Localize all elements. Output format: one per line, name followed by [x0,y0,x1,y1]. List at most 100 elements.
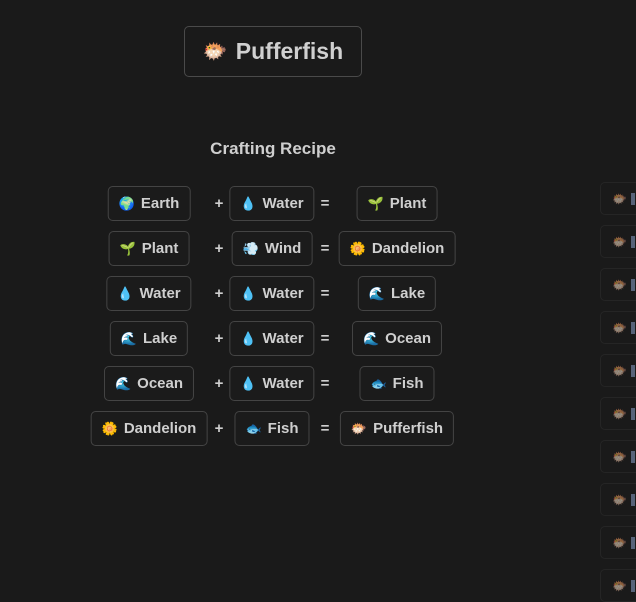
element-label: Ocean [385,330,432,347]
truncated-label [630,235,635,248]
pufferfish-icon: 🐡 [612,449,627,464]
element-label: Lake [142,330,178,347]
element-label: Lake [390,285,426,302]
truncated-label [630,192,635,205]
side-element-item[interactable]: 🐡 [600,182,636,215]
side-element-item[interactable]: 🐡 [600,440,636,473]
pufferfish-icon: 🐡 [612,578,627,593]
truncated-label [630,493,635,506]
wind-icon: 💨 [242,240,259,256]
plus-sign: + [214,195,224,212]
equals-sign: = [320,285,330,302]
pufferfish-icon: 🐡 [612,191,627,206]
element-label: Dandelion [123,420,197,437]
pufferfish-icon: 🐡 [612,363,627,378]
result-chip[interactable]: 🌱 Plant [356,186,438,221]
result-chip[interactable]: 🌼 Dandelion [338,231,456,266]
water-drop-icon: 💧 [240,375,257,391]
fish-icon: 🐟 [245,420,262,436]
element-label: Earth [140,195,180,212]
ingredient-b-chip[interactable]: 💧 Water [229,186,315,221]
wave-icon: 🌊 [114,375,132,391]
recipe-row: 🌼 Dandelion + 🐟 Fish = 🐡 Pufferfish [0,411,560,446]
wave-icon: 🌊 [362,330,380,346]
equals-sign: = [320,330,330,347]
truncated-label [630,364,635,377]
plus-sign: + [214,330,224,347]
ingredient-b-chip[interactable]: 💧 Water [229,366,315,401]
ingredient-a-chip[interactable]: 🌍 Earth [107,186,191,221]
plus-sign: + [214,240,224,257]
side-element-item[interactable]: 🐡 [600,311,636,344]
recipe-row: 🌱 Plant + 💨 Wind = 🌼 Dandelion [0,231,560,266]
equals-sign: = [320,420,330,437]
ingredient-b-chip[interactable]: 🐟 Fish [234,411,310,446]
element-label: Plant [389,195,427,212]
result-chip[interactable]: 🐡 Pufferfish [339,411,455,446]
wave-icon: 🌊 [120,330,137,346]
side-element-item[interactable]: 🐡 [600,569,636,602]
ingredient-a-chip[interactable]: 🌊 Lake [109,321,189,356]
wave-icon: 🌊 [368,285,385,301]
ingredient-b-chip[interactable]: 💧 Water [229,321,315,356]
side-element-item[interactable]: 🐡 [600,354,636,387]
element-label: Fish [267,420,299,437]
fish-icon: 🐟 [370,375,387,391]
element-label: Dandelion [371,240,445,257]
element-name: Pufferfish [235,38,344,64]
element-label: Water [262,285,304,302]
result-chip[interactable]: 🌊 Lake [357,276,437,311]
truncated-label [630,321,635,334]
element-label: Water [139,285,181,302]
water-drop-icon: 💧 [240,285,257,301]
truncated-label [630,579,635,592]
water-drop-icon: 💧 [240,330,257,346]
side-element-item[interactable]: 🐡 [600,397,636,430]
equals-sign: = [320,240,330,257]
ingredient-b-chip[interactable]: 💨 Wind [231,231,313,266]
plus-sign: + [214,375,224,392]
side-element-item[interactable]: 🐡 [600,268,636,301]
side-element-item[interactable]: 🐡 [600,526,636,559]
element-label: Fish [392,375,424,392]
recipe-row: 🌊 Lake + 💧 Water = 🌊 Ocean [0,321,560,356]
ingredient-a-chip[interactable]: 🌊 Ocean [103,366,195,401]
side-element-item[interactable]: 🐡 [600,483,636,516]
pufferfish-icon: 🐡 [612,492,627,507]
plus-sign: + [214,420,224,437]
plus-sign: + [214,285,224,302]
equals-sign: = [320,195,330,212]
pufferfish-icon: 🐡 [202,41,228,63]
element-label: Pufferfish [373,420,444,437]
truncated-label [630,407,635,420]
ingredient-a-chip[interactable]: 🌱 Plant [108,231,190,266]
side-element-item[interactable]: 🐡 [600,225,636,258]
pufferfish-icon: 🐡 [612,234,627,249]
element-label: Ocean [137,375,184,392]
equals-sign: = [320,375,330,392]
ingredient-b-chip[interactable]: 💧 Water [229,276,315,311]
ingredient-a-chip[interactable]: 🌼 Dandelion [90,411,208,446]
truncated-label [630,536,635,549]
element-label: Wind [264,240,302,257]
seedling-icon: 🌱 [119,240,136,256]
pufferfish-icon: 🐡 [612,406,627,421]
flower-icon: 🌼 [349,240,366,256]
result-chip[interactable]: 🐟 Fish [359,366,435,401]
water-drop-icon: 💧 [240,195,257,211]
element-label: Water [262,375,304,392]
result-chip[interactable]: 🌊 Ocean [351,321,443,356]
recipe-row: 💧 Water + 💧 Water = 🌊 Lake [0,276,560,311]
recipe-row: 🌍 Earth + 💧 Water = 🌱 Plant [0,186,560,221]
recipe-row: 🌊 Ocean + 💧 Water = 🐟 Fish [0,366,560,401]
element-title: 🐡 Pufferfish [184,26,362,77]
flower-icon: 🌼 [101,420,118,436]
ingredient-a-chip[interactable]: 💧 Water [106,276,192,311]
element-label: Water [262,195,304,212]
water-drop-icon: 💧 [117,285,134,301]
pufferfish-icon: 🐡 [612,535,627,550]
pufferfish-icon: 🐡 [350,420,368,436]
element-label: Water [262,330,304,347]
truncated-label [630,278,635,291]
pufferfish-icon: 🐡 [612,277,627,292]
